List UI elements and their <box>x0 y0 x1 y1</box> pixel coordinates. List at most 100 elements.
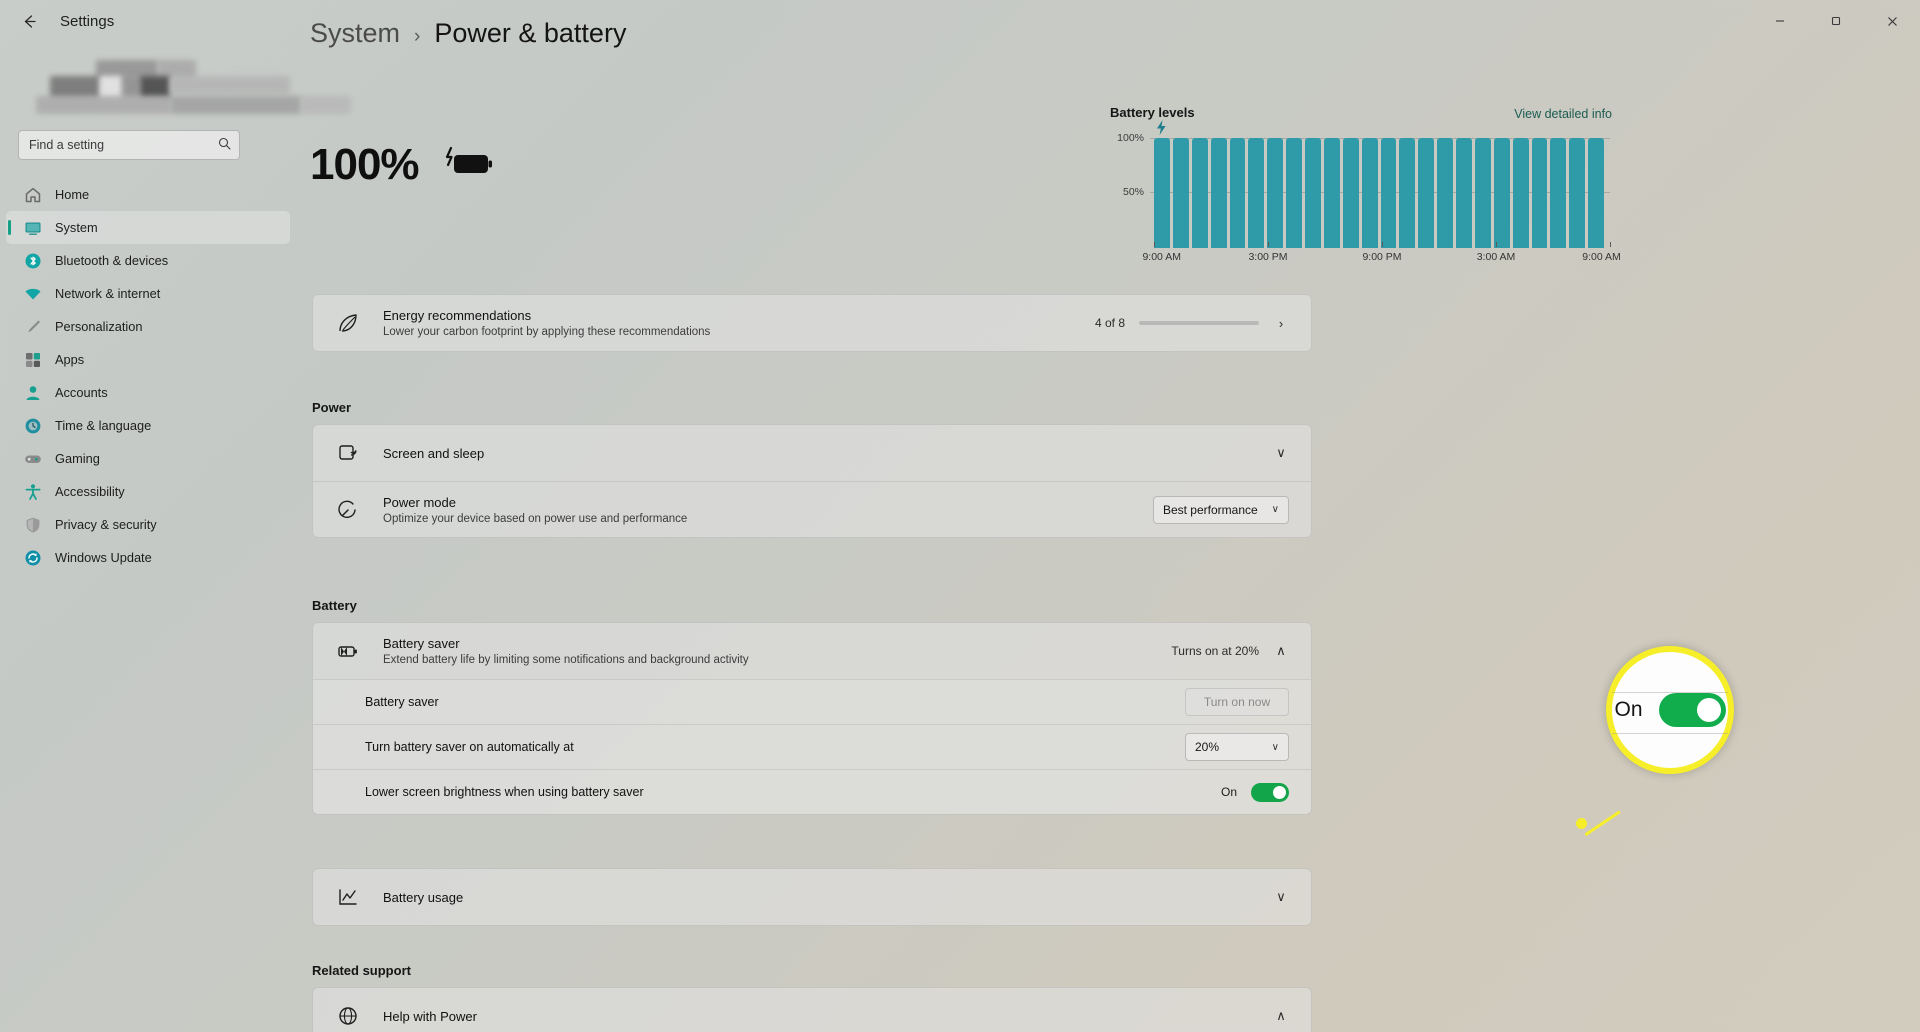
x-axis-tick-mark <box>1610 242 1611 247</box>
chevron-down-icon[interactable]: ∨ <box>1273 445 1289 461</box>
back-arrow-icon <box>24 14 36 28</box>
chart-bar <box>1588 138 1604 248</box>
battery-saver-toggle-row[interactable]: Battery saver Turn on now <box>313 679 1311 724</box>
user-profile-blurred[interactable] <box>18 60 351 114</box>
callout-pointer-dot <box>1576 818 1587 829</box>
callout-toggle-knob <box>1696 698 1721 722</box>
maximize-button[interactable] <box>1808 0 1864 42</box>
auto-threshold-dropdown[interactable]: 20% ∨ <box>1185 733 1289 761</box>
clock-icon <box>24 417 42 435</box>
chart-bar <box>1418 138 1435 248</box>
battery-usage-right: ∨ <box>1273 889 1289 905</box>
toggle-knob <box>1273 785 1286 799</box>
battery-saver-status: Turns on at 20% <box>1171 644 1259 658</box>
chart-bar <box>1437 138 1453 248</box>
battery-saver-row[interactable]: Battery saver Extend battery life by lim… <box>313 623 1311 679</box>
search-input[interactable] <box>29 138 218 152</box>
sidebar-item-time-language[interactable]: Time & language <box>6 409 290 442</box>
energy-leaf-icon <box>335 310 361 336</box>
lower-brightness-toggle[interactable] <box>1251 782 1289 802</box>
screen-and-sleep-row[interactable]: Screen and sleep ∨ <box>313 425 1311 481</box>
related-support-heading: Related support <box>312 963 411 978</box>
back-button[interactable] <box>8 0 50 42</box>
chevron-right-icon[interactable]: › <box>1273 316 1289 331</box>
y-axis-label-50: 50% <box>1122 186 1144 198</box>
power-mode-title: Power mode <box>383 494 456 510</box>
window-title: Settings <box>60 12 115 30</box>
screen-sleep-title: Screen and sleep <box>383 445 485 461</box>
sidebar-item-label: Accessibility <box>55 484 125 499</box>
minimize-button[interactable] <box>1752 0 1808 42</box>
breadcrumb-parent[interactable]: System <box>310 18 400 49</box>
power-mode-icon <box>335 497 361 523</box>
sidebar-item-label: Accounts <box>55 385 108 400</box>
chart-bar <box>1550 138 1567 248</box>
battery-usage-card[interactable]: Battery usage ∨ <box>312 868 1312 926</box>
close-button[interactable] <box>1864 0 1920 42</box>
battery-charging-icon <box>441 146 495 185</box>
view-detailed-info-link[interactable]: View detailed info <box>1514 107 1612 121</box>
battery-saver-card: Battery saver Extend battery life by lim… <box>312 622 1312 815</box>
x-axis-tick-label: 3:00 AM <box>1476 251 1516 263</box>
sidebar-item-gaming[interactable]: Gaming <box>6 442 290 475</box>
breadcrumb: System › Power & battery <box>310 18 626 49</box>
battery-saver-title: Battery saver <box>383 636 460 651</box>
sidebar-item-home[interactable]: Home <box>6 178 290 211</box>
power-mode-row[interactable]: Power mode Optimize your device based on… <box>313 481 1311 537</box>
x-axis-tick-mark <box>1496 242 1497 247</box>
help-with-power-row[interactable]: Help with Power ∧ <box>313 988 1311 1032</box>
sidebar-item-label: Gaming <box>55 451 100 466</box>
energy-progress-group: 4 of 8 › <box>1095 316 1289 331</box>
chart-bar <box>1267 138 1284 248</box>
breadcrumb-separator-icon: › <box>414 26 421 47</box>
x-axis-tick-label: 9:00 PM <box>1362 251 1402 263</box>
sidebar-item-label: Time & language <box>55 418 152 433</box>
brush-icon <box>24 318 42 336</box>
battery-saver-subtitle: Extend battery life by limiting some not… <box>383 654 749 666</box>
bluetooth-icon <box>24 252 42 270</box>
chevron-up-icon[interactable]: ∧ <box>1273 1008 1289 1024</box>
sidebar-item-windows-update[interactable]: Windows Update <box>6 541 290 574</box>
x-axis-tick-mark <box>1382 242 1383 247</box>
sidebar-item-system[interactable]: System <box>6 211 290 244</box>
search-box[interactable] <box>18 130 240 160</box>
chart-bar <box>1361 138 1378 248</box>
related-support-card[interactable]: Help with Power ∧ <box>312 987 1312 1032</box>
sidebar-item-accounts[interactable]: Accounts <box>6 376 290 409</box>
chevron-down-icon: ∨ <box>1271 504 1279 515</box>
energy-progress-bar <box>1139 321 1259 325</box>
power-section-heading: Power <box>312 400 352 415</box>
minimize-icon <box>1776 20 1784 22</box>
sidebar-item-label: Bluetooth & devices <box>55 253 169 268</box>
x-axis-tick-label: 9:00 AM <box>1582 251 1621 263</box>
sidebar-item-bluetooth-devices[interactable]: Bluetooth & devices <box>6 244 290 277</box>
help-with-power-title: Help with Power <box>383 1008 477 1024</box>
chevron-down-icon[interactable]: ∨ <box>1273 889 1289 905</box>
lower-brightness-row[interactable]: Lower screen brightness when using batte… <box>313 769 1311 814</box>
battery-section-heading: Battery <box>312 598 357 613</box>
energy-recommendations-row[interactable]: Energy recommendations Lower your carbon… <box>313 295 1311 351</box>
power-card: Screen and sleep ∨ Power mode Optimize y… <box>312 424 1312 538</box>
chevron-up-icon[interactable]: ∧ <box>1273 643 1289 659</box>
chevron-down-icon: ∨ <box>1271 741 1279 753</box>
sidebar-item-accessibility[interactable]: Accessibility <box>6 475 290 508</box>
energy-count-label: 4 of 8 <box>1094 316 1125 330</box>
screen-sleep-icon <box>335 440 361 466</box>
chart-bar <box>1286 138 1302 248</box>
turn-on-now-button[interactable]: Turn on now <box>1185 688 1289 716</box>
profile-blur-block <box>50 76 100 98</box>
sidebar-item-label: System <box>55 220 98 235</box>
power-mode-dropdown[interactable]: Best performance ∨ <box>1152 495 1289 524</box>
sidebar-item-personalization[interactable]: Personalization <box>6 310 290 343</box>
sidebar-item-apps[interactable]: Apps <box>6 343 290 376</box>
chart-bar <box>1229 138 1246 248</box>
energy-recommendations-card[interactable]: Energy recommendations Lower your carbon… <box>312 294 1312 352</box>
battery-usage-row[interactable]: Battery usage ∨ <box>313 869 1311 925</box>
callout-toggle[interactable] <box>1658 693 1726 727</box>
help-with-power-text: Help with Power <box>383 1009 1273 1024</box>
sidebar-item-network-internet[interactable]: Network & internet <box>6 277 290 310</box>
battery-saver-text: Battery saver Extend battery life by lim… <box>383 636 1171 666</box>
sidebar-item-privacy-security[interactable]: Privacy & security <box>6 508 290 541</box>
auto-threshold-row[interactable]: Turn battery saver on automatically at 2… <box>313 724 1311 769</box>
profile-blur-block <box>122 76 140 98</box>
